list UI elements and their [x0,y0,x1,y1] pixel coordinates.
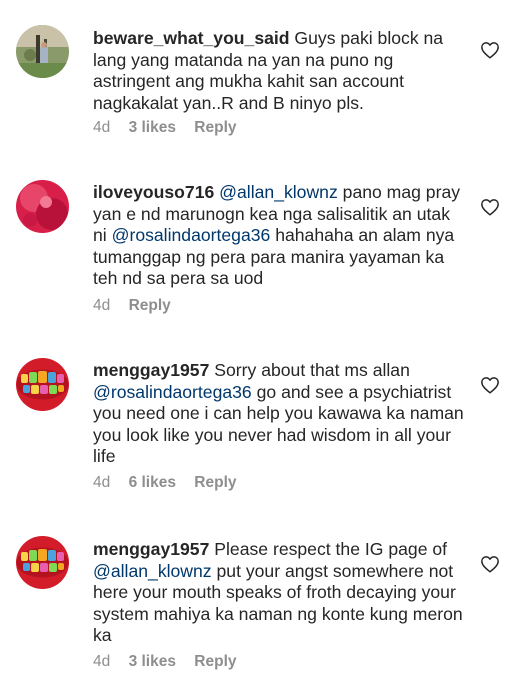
comment-time: 4d [93,474,111,491]
colorful-teeth-avatar-icon [16,536,69,589]
comment-body: iloveyouso716 @allan_klownz pano mag pra… [93,182,468,290]
comment-time: 4d [93,119,111,136]
reply-button[interactable]: Reply [129,297,171,314]
comment-body: menggay1957 Please respect the IG page o… [93,539,468,647]
heart-outline-icon[interactable] [480,198,500,216]
avatar[interactable] [16,25,69,78]
reply-button[interactable]: Reply [194,119,236,136]
mention-link[interactable]: @rosalindaortega36 [112,225,271,245]
heart-outline-icon[interactable] [480,41,500,59]
likes-count[interactable]: 3 likes [129,119,176,136]
comment-meta: 4d Reply [93,297,185,315]
username-link[interactable]: iloveyouso716 [93,182,214,202]
heart-outline-icon[interactable] [480,376,500,394]
comment-body: menggay1957 Sorry about that ms allan @r… [93,360,468,468]
comment-time: 4d [93,297,111,314]
reply-button[interactable]: Reply [194,653,236,670]
likes-count[interactable]: 6 likes [129,474,176,491]
heart-outline-icon[interactable] [480,555,500,573]
outdoor-photo-avatar-icon [16,25,69,78]
username-link[interactable]: menggay1957 [93,539,209,559]
red-pattern-avatar-icon [16,180,69,233]
username-link[interactable]: beware_what_you_said [93,28,290,48]
comment-meta: 4d 6 likes Reply [93,474,251,492]
avatar[interactable] [16,536,69,589]
mention-link[interactable]: @allan_klownz [93,561,212,581]
avatar[interactable] [16,358,69,411]
mention-link[interactable]: @allan_klownz [219,182,338,202]
comment-body: beware_what_you_said Guys paki block na … [93,28,468,114]
reply-button[interactable]: Reply [194,474,236,491]
colorful-teeth-avatar-icon [16,358,69,411]
avatar[interactable] [16,180,69,233]
comment-meta: 4d 3 likes Reply [93,119,251,137]
likes-count[interactable]: 3 likes [129,653,176,670]
mention-link[interactable]: @rosalindaortega36 [93,382,252,402]
comment-meta: 4d 3 likes Reply [93,653,251,671]
comment-time: 4d [93,653,111,670]
username-link[interactable]: menggay1957 [93,360,209,380]
comment-text: Please respect the IG page of [209,539,448,559]
comment-text: Sorry about that ms allan [209,360,410,380]
